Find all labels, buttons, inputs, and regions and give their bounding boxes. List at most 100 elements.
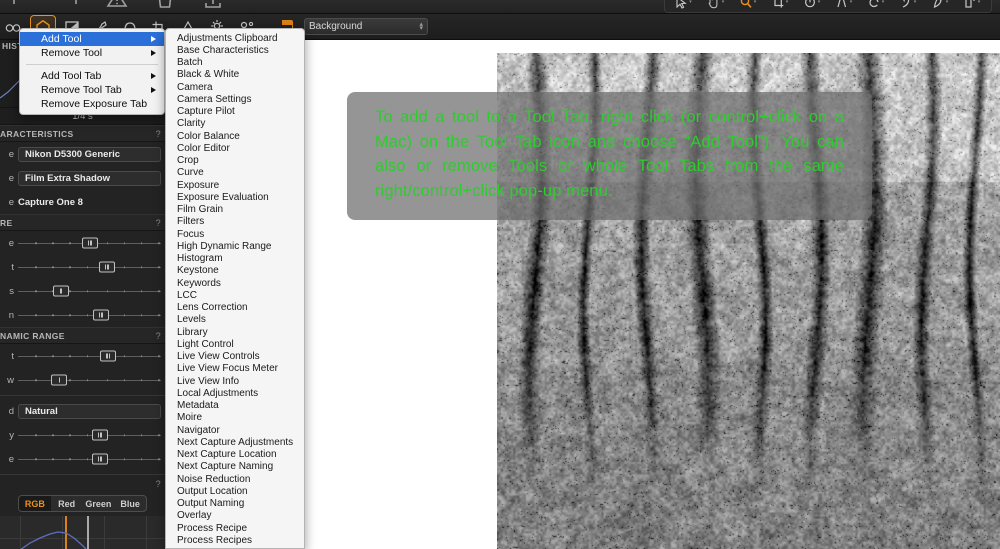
- submenu-item[interactable]: Levels: [166, 314, 304, 326]
- brightness-slider[interactable]: [18, 283, 161, 299]
- cursor-icon[interactable]: ▾: [668, 0, 700, 12]
- submenu-item[interactable]: Capture Pilot: [166, 106, 304, 118]
- help-icon[interactable]: ?: [156, 331, 161, 341]
- submenu-item[interactable]: Live View Controls: [166, 351, 304, 363]
- context-menu-item-add-tool[interactable]: Add Tool: [20, 32, 164, 46]
- submenu-item[interactable]: Batch: [166, 57, 304, 69]
- submenu-item[interactable]: Focus: [166, 228, 304, 240]
- magnifier-icon[interactable]: ▾: [732, 0, 764, 12]
- saturation-slider[interactable]: [18, 307, 161, 323]
- submenu-item[interactable]: Adjustments Clipboard: [166, 32, 304, 44]
- submenu-item[interactable]: LCC: [166, 289, 304, 301]
- submenu-item[interactable]: Metadata: [166, 400, 304, 412]
- structure-slider[interactable]: [18, 451, 161, 467]
- color-picker-icon[interactable]: ▾: [956, 0, 988, 12]
- context-menu-item-remove-tool[interactable]: Remove Tool: [20, 46, 164, 60]
- curve-select[interactable]: Film Extra Shadow: [18, 170, 161, 186]
- submenu-item[interactable]: Noise Reduction: [166, 473, 304, 485]
- submenu-item[interactable]: Color Editor: [166, 142, 304, 154]
- submenu-item[interactable]: Keystone: [166, 265, 304, 277]
- submenu-item-label: Clarity: [177, 118, 206, 130]
- background-select[interactable]: Background ▴ ▾: [304, 18, 428, 35]
- submenu-item[interactable]: Live View Focus Meter: [166, 363, 304, 375]
- shadow-slider[interactable]: [18, 372, 161, 388]
- submenu-item[interactable]: Library: [166, 326, 304, 338]
- help-icon[interactable]: ?: [156, 218, 161, 228]
- redo-icon[interactable]: [58, 0, 80, 13]
- gradient-mask-icon[interactable]: ▾: [924, 0, 956, 12]
- curve-tab-green[interactable]: Green: [83, 496, 115, 511]
- exposure-slider[interactable]: [18, 235, 161, 251]
- submenu-item[interactable]: Light Control: [166, 338, 304, 350]
- submenu-item[interactable]: Lens Correction: [166, 302, 304, 314]
- submenu-item[interactable]: Next Capture Adjustments: [166, 436, 304, 448]
- submenu-item[interactable]: Overlay: [166, 510, 304, 522]
- row-exposure[interactable]: e: [0, 231, 165, 255]
- submenu-item[interactable]: Output Location: [166, 485, 304, 497]
- submenu-item[interactable]: Filters: [166, 216, 304, 228]
- submenu-item[interactable]: Live View Info: [166, 375, 304, 387]
- row-highlight[interactable]: t: [0, 344, 165, 368]
- clarity-method-select[interactable]: Natural: [18, 403, 161, 419]
- submenu-item[interactable]: Base Characteristics: [166, 44, 304, 56]
- highlight-slider[interactable]: [18, 348, 161, 364]
- section-header-curve[interactable]: ?: [0, 478, 165, 490]
- rotate-icon[interactable]: ▾: [796, 0, 828, 12]
- submenu-item[interactable]: Camera: [166, 81, 304, 93]
- curve-tab-rgb[interactable]: RGB: [19, 496, 51, 511]
- submenu-item[interactable]: Curve: [166, 167, 304, 179]
- help-icon[interactable]: ?: [156, 479, 161, 489]
- spot-removal-icon[interactable]: ▾: [860, 0, 892, 12]
- submenu-item[interactable]: Navigator: [166, 424, 304, 436]
- clarity-slider[interactable]: [18, 427, 161, 443]
- submenu-item[interactable]: Next Capture Naming: [166, 461, 304, 473]
- help-icon[interactable]: ?: [156, 129, 161, 139]
- submenu-item[interactable]: Process Recipes: [166, 534, 304, 546]
- export-icon[interactable]: [202, 0, 224, 13]
- section-header-base-characteristics[interactable]: ARACTERISTICS ?: [0, 125, 165, 142]
- undo-icon[interactable]: [10, 0, 32, 13]
- row-saturation[interactable]: n: [0, 303, 165, 327]
- keystone-icon[interactable]: ▾: [828, 0, 860, 12]
- crop-icon[interactable]: ▾: [764, 0, 796, 12]
- row-clarity[interactable]: y: [0, 423, 165, 447]
- submenu-item[interactable]: Film Grain: [166, 204, 304, 216]
- row-brightness[interactable]: s: [0, 279, 165, 303]
- draw-mask-icon[interactable]: ▾: [892, 0, 924, 12]
- section-header-high-dynamic-range[interactable]: NAMIC RANGE ?: [0, 327, 165, 344]
- row-shadow[interactable]: w: [0, 368, 165, 392]
- curve-graph[interactable]: [0, 516, 165, 549]
- submenu-item[interactable]: Output Naming: [166, 498, 304, 510]
- section-header-exposure[interactable]: RE ?: [0, 214, 165, 231]
- row-contrast[interactable]: t: [0, 255, 165, 279]
- contrast-slider[interactable]: [18, 259, 161, 275]
- curve-tab-blue[interactable]: Blue: [114, 496, 146, 511]
- curve-tab-red[interactable]: Red: [51, 496, 83, 511]
- context-menu-item-remove-exposure-tab[interactable]: Remove Exposure Tab: [20, 97, 164, 111]
- submenu-item[interactable]: Exposure Evaluation: [166, 191, 304, 203]
- submenu-item[interactable]: Color Balance: [166, 130, 304, 142]
- row-curve[interactable]: e Film Extra Shadow: [0, 166, 165, 190]
- warning-icon[interactable]: [106, 0, 128, 13]
- submenu-item[interactable]: Black & White: [166, 69, 304, 81]
- submenu-item[interactable]: Exposure: [166, 179, 304, 191]
- submenu-item[interactable]: High Dynamic Range: [166, 240, 304, 252]
- submenu-item[interactable]: Keywords: [166, 277, 304, 289]
- icc-profile-select[interactable]: Nikon D5300 Generic: [18, 146, 161, 162]
- submenu-item[interactable]: Crop: [166, 155, 304, 167]
- submenu-item[interactable]: Moire: [166, 412, 304, 424]
- row-structure[interactable]: e: [0, 447, 165, 471]
- row-clarity-method[interactable]: d Natural: [0, 399, 165, 423]
- submenu-item[interactable]: Histogram: [166, 253, 304, 265]
- submenu-item[interactable]: Next Capture Location: [166, 449, 304, 461]
- submenu-item[interactable]: Clarity: [166, 118, 304, 130]
- context-menu-item-add-tool-tab[interactable]: Add Tool Tab: [20, 69, 164, 83]
- submenu-item[interactable]: Camera Settings: [166, 93, 304, 105]
- submenu-item[interactable]: Process Recipe: [166, 522, 304, 534]
- trash-icon[interactable]: [154, 0, 176, 13]
- context-menu-item-remove-tool-tab[interactable]: Remove Tool Tab: [20, 83, 164, 97]
- submenu-item[interactable]: Local Adjustments: [166, 387, 304, 399]
- row-icc-profile[interactable]: e Nikon D5300 Generic: [0, 142, 165, 166]
- hand-icon[interactable]: ▾: [700, 0, 732, 12]
- submenu-item-label: Live View Info: [177, 375, 240, 387]
